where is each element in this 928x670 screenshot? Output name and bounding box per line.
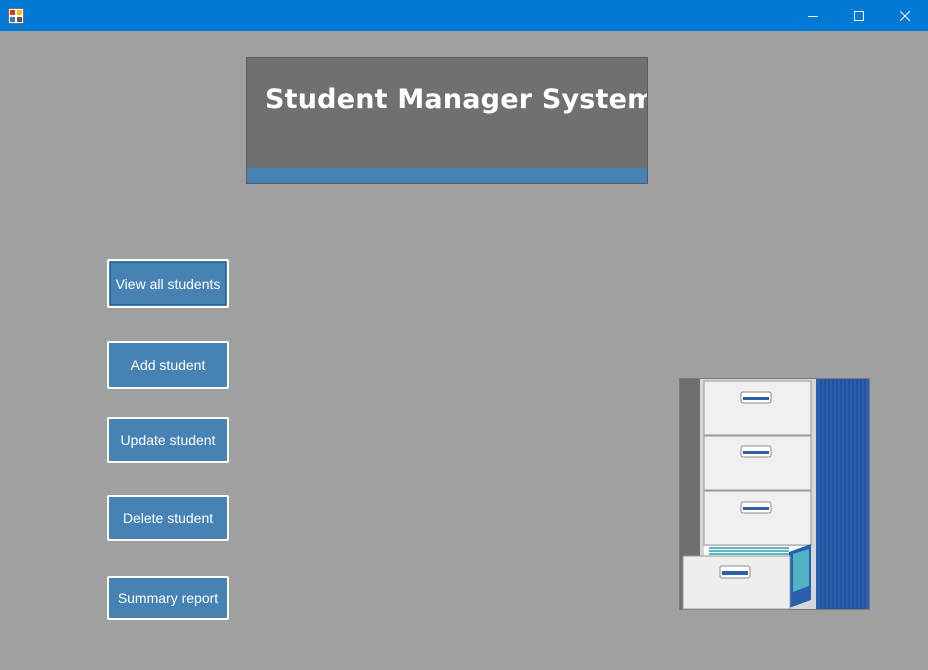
view-all-students-button[interactable]: View all students [107, 259, 229, 308]
update-student-button[interactable]: Update student [107, 417, 229, 463]
header-panel: Student Manager System [246, 57, 648, 184]
page-title: Student Manager System [265, 84, 648, 115]
maximize-button[interactable] [836, 0, 882, 31]
minimize-button[interactable] [790, 0, 836, 31]
title-bar [0, 0, 928, 31]
app-icon [8, 8, 24, 24]
filing-cabinet-icon [679, 378, 870, 610]
add-student-button[interactable]: Add student [107, 341, 229, 389]
summary-report-button[interactable]: Summary report [107, 576, 229, 620]
close-icon [900, 10, 910, 21]
delete-student-button[interactable]: Delete student [107, 495, 229, 541]
close-button[interactable] [882, 0, 928, 31]
maximize-icon [854, 10, 864, 21]
header-accent-strip [247, 168, 647, 183]
minimize-icon [808, 15, 818, 17]
